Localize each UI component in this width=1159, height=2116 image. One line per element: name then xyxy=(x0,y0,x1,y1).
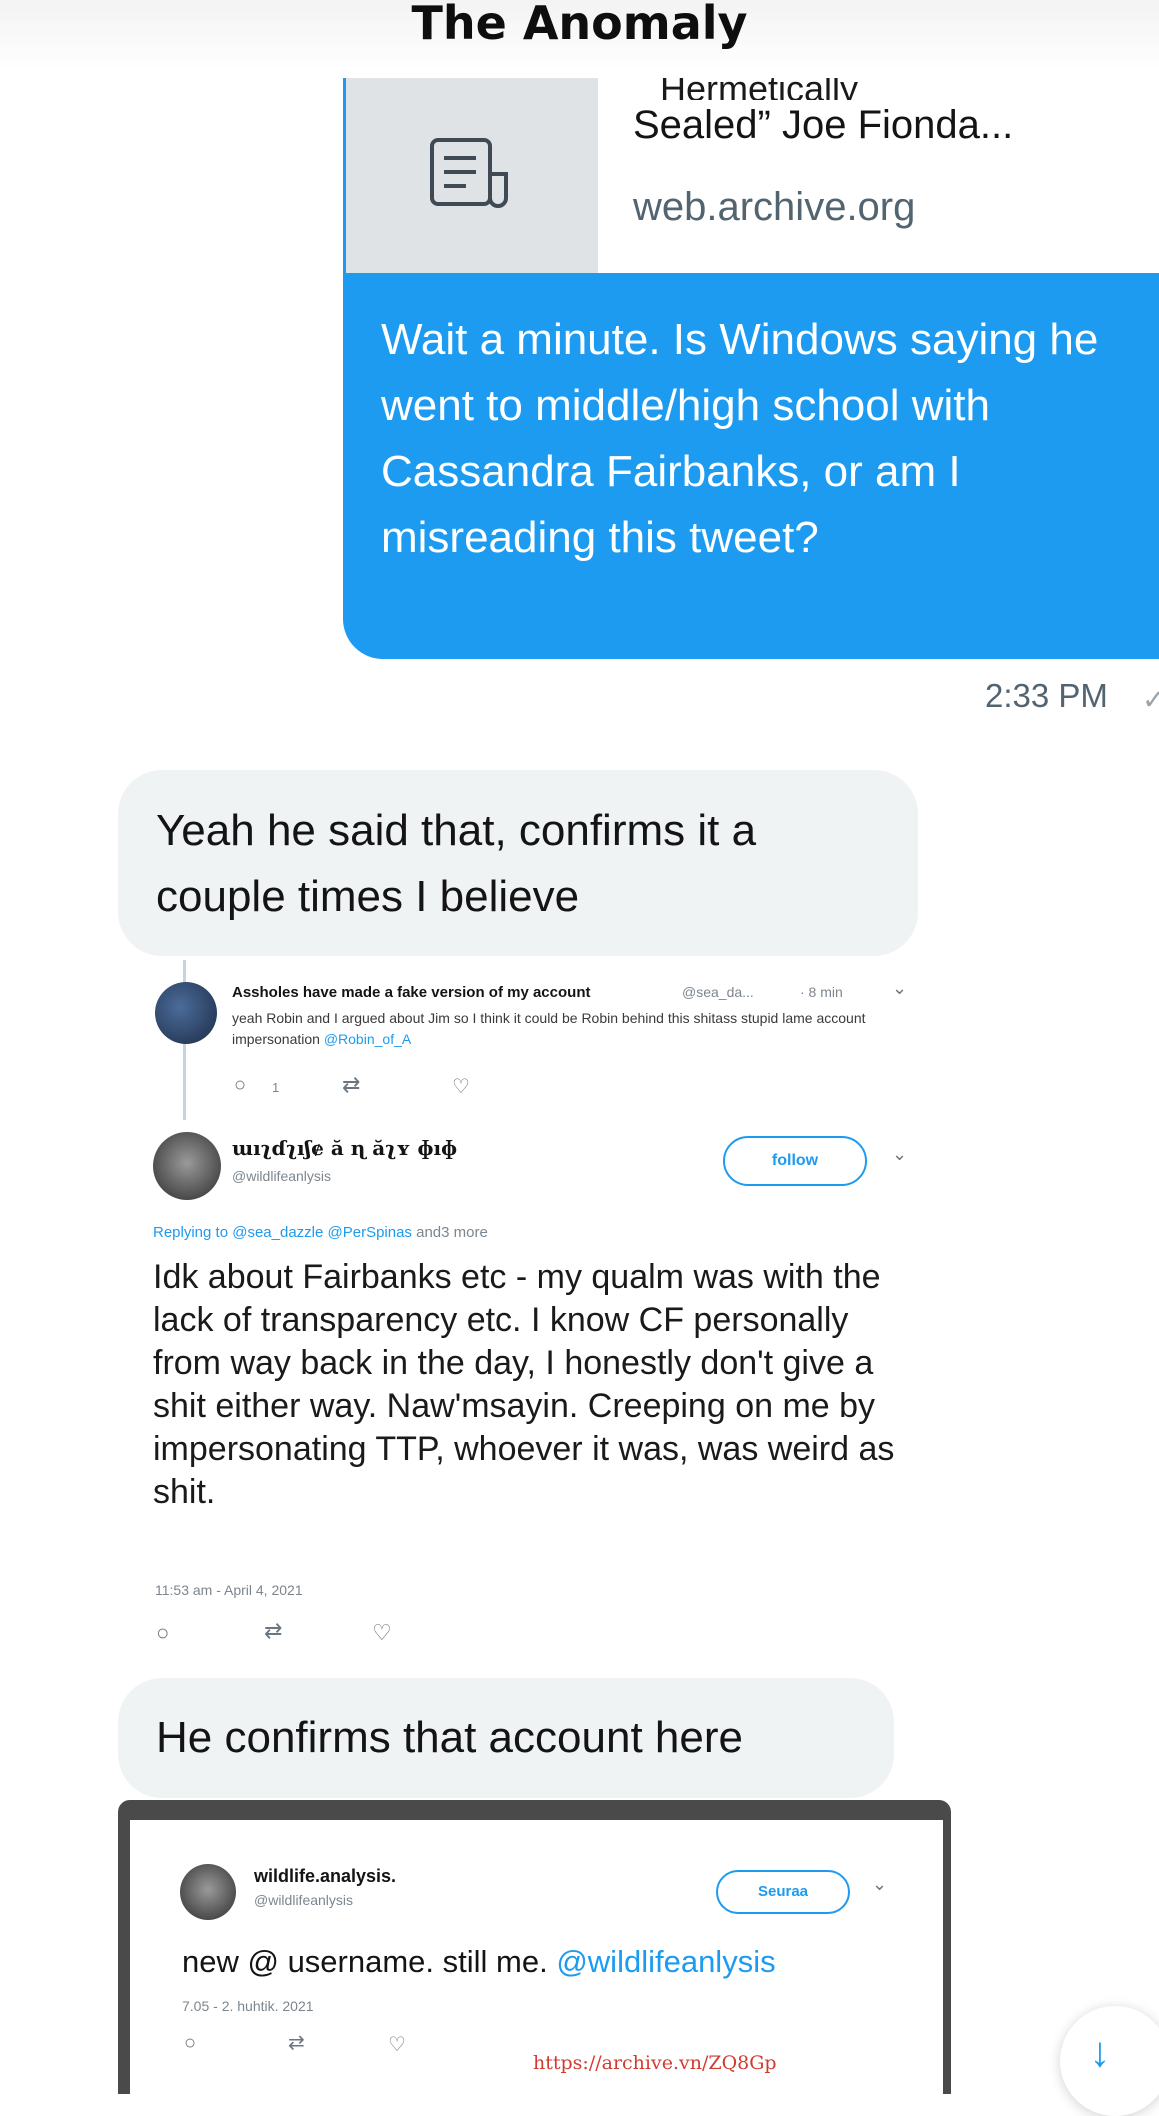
like-icon[interactable]: ♡ xyxy=(452,1074,470,1099)
retweet-icon[interactable]: ⇄ xyxy=(288,2030,305,2055)
link-domain: web.archive.org xyxy=(633,185,916,229)
incoming-message-text: Yeah he said that, confirms it a couple … xyxy=(156,806,757,921)
outgoing-message-bubble[interactable]: Wait a minute. Is Windows saying he went… xyxy=(343,273,1159,659)
chevron-down-icon[interactable]: ⌄ xyxy=(892,1144,907,1165)
tweet-author-handle[interactable]: @sea_da... xyxy=(682,984,754,1000)
follow-button[interactable]: follow xyxy=(723,1136,867,1186)
avatar[interactable] xyxy=(153,1132,221,1200)
replying-to: Replying to @sea_dazzle @PerSpinas and3 … xyxy=(153,1224,488,1241)
tweet-text: yeah Robin and I argued about Jim so I t… xyxy=(232,1010,866,1047)
replying-mentions[interactable]: @sea_dazzle @PerSpinas xyxy=(232,1224,412,1241)
tweet-mention[interactable]: @wildlifeanlysis xyxy=(556,1944,775,1979)
avatar[interactable] xyxy=(155,982,217,1044)
link-title: Sealed” Joe Fionda... xyxy=(633,103,1014,147)
page-title: The Anomaly xyxy=(411,0,748,50)
tweet-date: 11:53 am - April 4, 2021 xyxy=(155,1582,303,1598)
outgoing-message-text: Wait a minute. Is Windows saying he went… xyxy=(381,315,1099,562)
sent-check-icon: ✓ xyxy=(1142,684,1159,715)
arrow-down-icon: ↓ xyxy=(1089,2028,1111,2075)
retweet-icon[interactable]: ⇄ xyxy=(264,1618,282,1644)
document-icon xyxy=(430,138,508,208)
link-title-cut: Hermetically xyxy=(660,78,859,100)
tweet-author-handle[interactable]: @wildlifeanlysis xyxy=(254,1892,353,1908)
tweet-author-handle[interactable]: @wildlifeanlysis xyxy=(232,1168,331,1184)
follow-button[interactable]: Seuraa xyxy=(716,1870,850,1914)
tweet-author-name[interactable]: wildlife.analysis. xyxy=(254,1866,396,1887)
tweet-author-name[interactable]: Assholes have made a fake version of my … xyxy=(232,984,590,1001)
like-icon[interactable]: ♡ xyxy=(388,2032,406,2057)
avatar[interactable] xyxy=(180,1864,236,1920)
reply-icon[interactable]: ○ xyxy=(156,1620,169,1646)
retweet-icon[interactable]: ⇄ xyxy=(342,1072,360,1098)
reply-icon[interactable]: ○ xyxy=(184,2032,196,2055)
incoming-message-bubble[interactable]: Yeah he said that, confirms it a couple … xyxy=(118,770,918,956)
archive-url: https://archive.vn/ZQ8Gp xyxy=(533,2052,777,2074)
scroll-to-bottom-button[interactable]: ↓ xyxy=(1060,2006,1159,2116)
chevron-down-icon[interactable]: ⌄ xyxy=(892,978,907,999)
message-timestamp: 2:33 PM xyxy=(985,677,1108,714)
incoming-message-text: He confirms that account here xyxy=(156,1713,743,1762)
reply-count: 1 xyxy=(272,1080,280,1095)
tweet-author-name[interactable]: ɯıʅɗʅıʃɇ ă ɳ ăʅʏ ɸıɸ xyxy=(232,1136,457,1160)
reply-icon[interactable]: ○ xyxy=(234,1074,246,1097)
link-thumbnail xyxy=(346,78,598,273)
tweet-age: · 8 min xyxy=(800,984,843,1000)
incoming-message-bubble[interactable]: He confirms that account here xyxy=(118,1678,894,1798)
chevron-down-icon[interactable]: ⌄ xyxy=(872,1874,887,1895)
like-icon[interactable]: ♡ xyxy=(372,1620,392,1646)
tweet-text: Idk about Fairbanks etc - my qualm was w… xyxy=(153,1258,895,1511)
tweet-mention[interactable]: @Robin_of_A xyxy=(324,1031,411,1047)
tweet-date: 7.05 - 2. huhtik. 2021 xyxy=(182,1998,314,2014)
tweet-text: new @ username. still me. @wildlifeanlys… xyxy=(182,1944,776,1979)
